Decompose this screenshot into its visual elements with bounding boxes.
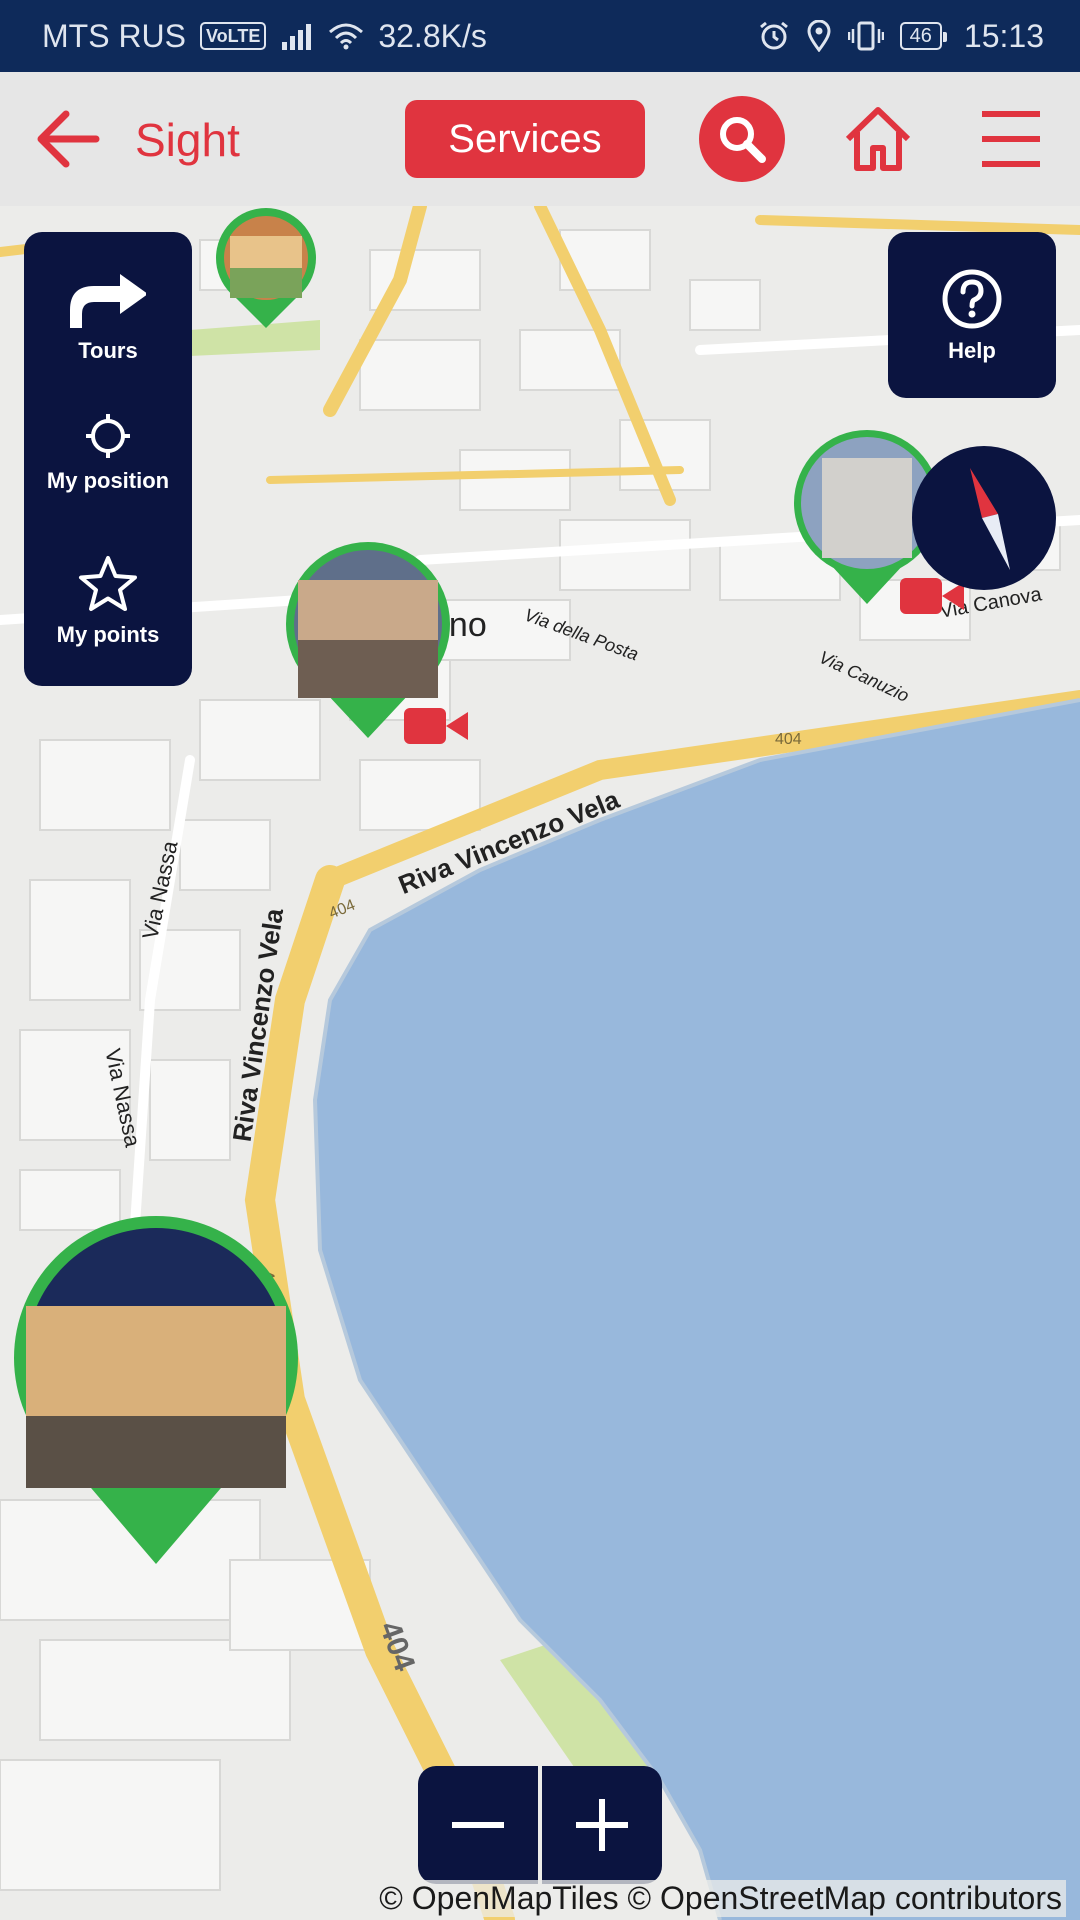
question-circle-icon: [942, 269, 1002, 329]
crosshair-icon: [86, 414, 130, 458]
zoom-in-button[interactable]: [542, 1766, 662, 1884]
carrier-name: MTS RUS: [42, 17, 186, 54]
side-panel: Tours My position My points: [24, 232, 192, 686]
hamburger-menu-icon: [982, 111, 1040, 167]
back-button[interactable]: [30, 102, 104, 176]
route-turn-icon: [70, 274, 146, 328]
tours-button[interactable]: Tours: [24, 272, 192, 364]
poi-pin-icon: [14, 1216, 298, 1564]
poi-pin-icon: [216, 208, 316, 328]
star-icon: [79, 556, 137, 611]
arrow-left-icon: [37, 110, 100, 168]
page-title: Sight: [135, 114, 240, 166]
poi-marker[interactable]: [12, 1214, 300, 1566]
video-camera-icon[interactable]: [404, 706, 468, 746]
location-icon: [807, 20, 831, 52]
plus-icon: [576, 1799, 628, 1851]
app-bar: Sight Services: [0, 72, 1080, 206]
my-points-button[interactable]: My points: [24, 554, 192, 648]
home-icon: [845, 107, 911, 171]
compass-icon: [970, 468, 1010, 570]
services-button[interactable]: Services: [405, 100, 645, 178]
vibrate-icon: [847, 21, 884, 51]
clock: 15:13: [963, 17, 1044, 54]
my-position-button[interactable]: My position: [24, 412, 192, 494]
menu-button[interactable]: [980, 108, 1042, 170]
compass-button[interactable]: [912, 446, 1056, 590]
zoom-out-button[interactable]: [418, 1766, 538, 1884]
status-bar: MTS RUS VoLTE 32.8K/s 46 15:13: [0, 0, 1080, 72]
home-button[interactable]: [843, 104, 913, 174]
road-number-label: 404: [775, 731, 802, 748]
wifi-icon: [329, 23, 364, 50]
battery-indicator: 46: [899, 22, 948, 50]
alarm-icon: [759, 21, 788, 50]
poi-marker[interactable]: [210, 206, 322, 330]
network-speed: 32.8K/s: [378, 17, 487, 54]
minus-icon: [452, 1822, 504, 1828]
help-button[interactable]: Help: [888, 232, 1056, 398]
search-icon: [720, 117, 766, 163]
zoom-controls: [418, 1766, 662, 1884]
volte-badge: VoLTE: [200, 22, 267, 50]
search-button[interactable]: [699, 96, 785, 182]
map-attribution[interactable]: © OpenMapTiles © OpenStreetMap contribut…: [375, 1880, 1066, 1917]
signal-icon: [282, 24, 312, 50]
